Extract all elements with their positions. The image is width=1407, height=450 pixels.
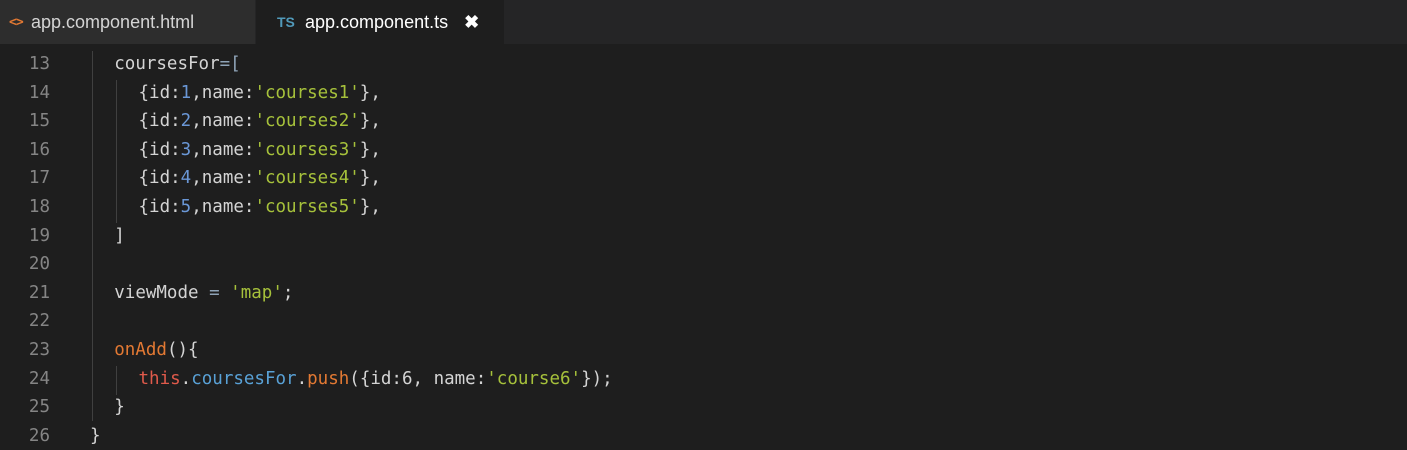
code-token: viewMode [114, 282, 210, 303]
code-text: } [114, 393, 125, 422]
code-token: coursesFor [114, 54, 220, 74]
code-token: . [180, 368, 192, 389]
code-token: ,name: [191, 139, 255, 160]
code-line[interactable]: 16 {id:3,name:'courses3'}, [0, 136, 1407, 165]
code-token: 5 [180, 197, 192, 217]
code-token: 2 [180, 111, 192, 132]
line-number: 21 [28, 282, 50, 303]
code-token: this [138, 368, 181, 389]
code-text: } [90, 422, 101, 450]
line-number: 17 [28, 168, 50, 189]
typescript-file-icon: TS [277, 14, 295, 30]
line-number: 25 [28, 397, 50, 418]
code-token: coursesFor [191, 368, 297, 389]
code-token: 3 [180, 139, 192, 160]
code-line[interactable]: 26} [0, 422, 1407, 450]
code-line[interactable]: 21 viewMode = 'map'; [0, 279, 1407, 308]
code-token: = [209, 282, 220, 303]
code-token: 'course6' [486, 368, 582, 389]
code-token: 'map' [230, 282, 283, 303]
close-tab-icon[interactable]: ✖ [464, 12, 479, 33]
code-token: 'courses3' [254, 139, 360, 160]
code-token: 'courses1' [254, 82, 360, 103]
code-token: }, [359, 168, 381, 189]
code-text: {id:2,name:'courses2'}, [139, 107, 381, 136]
tab-app-component-html[interactable]: <> app.component.html [0, 0, 256, 44]
code-token: }, [359, 139, 381, 160]
line-number: 16 [28, 139, 50, 160]
line-number: 22 [28, 311, 50, 332]
code-token: {id: [138, 82, 181, 103]
code-token: }); [581, 368, 613, 389]
code-token: . [296, 368, 308, 389]
code-text: {id:1,name:'courses1'}, [139, 79, 381, 108]
code-token: ; [282, 282, 294, 303]
code-token: ({id:6, name: [349, 368, 487, 389]
line-number: 26 [28, 425, 50, 446]
code-token: push [307, 368, 350, 389]
code-line[interactable]: 19] [0, 222, 1407, 251]
code-text: onAdd(){ [114, 336, 198, 365]
code-text: {id:4,name:'courses4'}, [139, 164, 381, 193]
code-token: 'courses4' [254, 168, 360, 189]
code-token: 'courses5' [254, 197, 360, 217]
code-token: 4 [180, 168, 192, 189]
code-token: ] [114, 225, 125, 246]
code-token: {id: [138, 168, 181, 189]
code-line[interactable]: 23 onAdd(){ [0, 336, 1407, 365]
tab-label: app.component.html [31, 11, 195, 32]
code-token: ,name: [191, 168, 255, 189]
code-line[interactable]: 17 {id:4,name:'courses4'}, [0, 164, 1407, 193]
line-number: 20 [28, 254, 50, 275]
code-line[interactable]: 22 [0, 307, 1407, 336]
code-line[interactable]: 18 {id:5,name:'courses5'}, [0, 193, 1407, 222]
code-token: } [114, 397, 125, 418]
line-number: 23 [28, 340, 50, 360]
code-text: this.coursesFor.push({id:6, name:'course… [139, 365, 613, 394]
line-number: 15 [28, 111, 50, 132]
line-number: 18 [28, 197, 50, 217]
code-text: viewMode = 'map'; [114, 279, 293, 308]
code-token: ,name: [191, 197, 255, 217]
code-token: {id: [138, 111, 181, 132]
code-token: {id: [138, 139, 181, 160]
code-token: 'courses2' [254, 111, 360, 132]
code-line[interactable]: 14 {id:1,name:'courses1'}, [0, 79, 1407, 108]
code-line[interactable]: 24 this.coursesFor.push({id:6, name:'cour… [0, 365, 1407, 394]
code-token: ,name: [191, 111, 255, 132]
code-token: }, [359, 82, 381, 103]
code-line[interactable]: 15 {id:2,name:'courses2'}, [0, 107, 1407, 136]
code-token: } [90, 425, 101, 446]
code-editor[interactable]: 13 coursesFor=[14 {id:1,name:'courses1'}, 1… [0, 44, 1407, 448]
code-line[interactable]: 25} [0, 393, 1407, 422]
line-number: 19 [28, 225, 50, 246]
code-token: }, [359, 111, 381, 132]
code-token: (){ [166, 340, 199, 360]
editor-tab-bar: <> app.component.html TS app.component.t… [0, 0, 1407, 44]
code-token: onAdd [114, 340, 167, 360]
line-number: 14 [28, 82, 50, 103]
code-token: }, [359, 197, 381, 217]
code-token: =[ [219, 54, 241, 74]
code-token: {id: [138, 197, 181, 217]
code-line[interactable]: 20 [0, 250, 1407, 279]
line-number: 13 [28, 54, 50, 74]
code-text: ] [114, 222, 125, 251]
tab-label: app.component.ts [305, 11, 449, 32]
code-text: {id:3,name:'courses3'}, [139, 136, 381, 165]
line-number: 24 [28, 368, 50, 389]
code-token: ,name: [191, 82, 255, 103]
code-line[interactable]: 13 coursesFor=[ [0, 50, 1407, 79]
code-token: 1 [180, 82, 192, 103]
html-file-icon: <> [9, 14, 24, 30]
tab-app-component-ts[interactable]: TS app.component.ts ✖ [256, 0, 505, 44]
code-text: coursesFor=[ [114, 50, 240, 79]
code-text: {id:5,name:'courses5'}, [139, 193, 381, 222]
